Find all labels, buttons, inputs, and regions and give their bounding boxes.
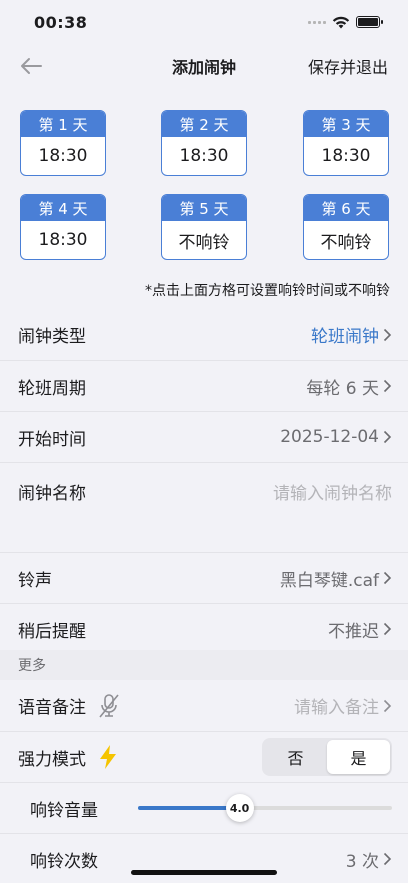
start-time-row[interactable]: 开始时间 2025-12-04 <box>0 411 408 462</box>
more-section: 更多 语音备注 请输入备注 强力模式 否 是 响铃音量 4.0 响铃次数 3 次 <box>0 650 408 883</box>
chevron-right-icon <box>383 328 392 341</box>
status-time: 00:38 <box>34 12 88 32</box>
alarm-type-row[interactable]: 闹钟类型 轮班闹钟 <box>0 309 408 360</box>
row-value-wrap: 不推迟 <box>328 617 392 642</box>
chevron-right-icon <box>383 379 392 393</box>
volume-slider[interactable]: 4.0 <box>138 794 392 822</box>
day-card-1[interactable]: 第 1 天 18:30 <box>20 110 106 176</box>
wifi-icon <box>332 16 350 28</box>
force-mode-option-yes[interactable]: 是 <box>327 740 390 774</box>
back-button[interactable] <box>16 52 46 80</box>
save-and-exit-button[interactable]: 保存并退出 <box>308 54 388 78</box>
day-card-4[interactable]: 第 4 天 18:30 <box>20 194 106 260</box>
snooze-value: 不推迟 <box>328 621 379 642</box>
chevron-right-icon <box>383 571 392 585</box>
mic-off-icon[interactable] <box>98 693 120 719</box>
ring-count-row[interactable]: 响铃次数 3 次 <box>0 833 408 883</box>
day-label: 第 2 天 <box>162 111 246 137</box>
chevron-right-icon <box>383 699 392 712</box>
force-mode-toggle: 否 是 <box>262 738 392 776</box>
alarm-name-input[interactable]: 请输入闹钟名称 <box>273 479 392 504</box>
row-label-wrap: 语音备注 <box>18 693 120 719</box>
row-label: 稍后提醒 <box>18 621 86 642</box>
status-bar: 00:38 <box>0 0 408 44</box>
force-mode-row: 强力模式 否 是 <box>0 731 408 782</box>
day-card-3[interactable]: 第 3 天 18:30 <box>303 110 389 176</box>
day-time: 18:30 <box>321 146 371 166</box>
shift-cycle-value: 每轮 6 天 <box>306 378 379 399</box>
section-header-more: 更多 <box>0 650 408 680</box>
chevron-right-icon <box>383 852 392 866</box>
day-label: 第 3 天 <box>304 111 388 137</box>
row-label: 铃声 <box>18 570 52 591</box>
signal-icon <box>308 20 326 24</box>
battery-icon <box>356 16 383 28</box>
row-value-wrap: 黑白琴键.caf <box>280 566 392 591</box>
row-label: 语音备注 <box>18 698 86 718</box>
day-time: 18:30 <box>179 146 229 166</box>
row-value-wrap: 轮班闹钟 <box>311 322 392 347</box>
row-label: 闹钟类型 <box>18 327 86 347</box>
snooze-row[interactable]: 稍后提醒 不推迟 <box>0 603 408 654</box>
row-label: 强力模式 <box>18 749 86 770</box>
force-mode-option-no[interactable]: 否 <box>264 740 327 774</box>
chevron-right-icon <box>383 430 392 444</box>
row-value-wrap: 2025-12-04 <box>280 427 392 447</box>
chevron-right-icon <box>383 622 392 636</box>
day-label: 第 5 天 <box>162 195 246 221</box>
row-value-wrap: 3 次 <box>346 847 392 872</box>
arrow-left-icon <box>21 58 42 74</box>
row-value-wrap: 每轮 6 天 <box>306 374 392 399</box>
day-card-5[interactable]: 第 5 天 不响铃 <box>161 194 247 260</box>
row-label: 响铃音量 <box>30 800 98 821</box>
ringtone-row[interactable]: 铃声 黑白琴键.caf <box>0 552 408 603</box>
alarm-name-row: 闹钟名称 请输入闹钟名称 <box>0 462 408 552</box>
row-label: 轮班周期 <box>18 378 86 399</box>
row-label: 闹钟名称 <box>18 484 86 504</box>
row-label-wrap: 强力模式 <box>18 744 118 770</box>
voice-note-input[interactable]: 请输入备注 <box>294 693 379 718</box>
start-time-value: 2025-12-04 <box>280 427 379 447</box>
day-time: 18:30 <box>38 146 88 166</box>
volume-row: 响铃音量 4.0 <box>0 782 408 833</box>
day-label: 第 4 天 <box>21 195 105 221</box>
status-icons <box>308 16 383 29</box>
lightning-icon <box>100 745 116 769</box>
row-label: 响铃次数 <box>30 851 98 872</box>
nav-bar: 添加闹钟 保存并退出 <box>0 44 408 88</box>
shift-day-grid: 第 1 天 18:30 第 2 天 18:30 第 3 天 18:30 第 4 … <box>0 100 408 270</box>
day-time: 不响铃 <box>178 232 230 253</box>
day-time: 不响铃 <box>320 232 372 253</box>
alarm-type-value: 轮班闹钟 <box>311 327 379 347</box>
day-card-6[interactable]: 第 6 天 不响铃 <box>303 194 389 260</box>
grid-hint-text: *点击上面方格可设置响铃时间或不响铃 <box>145 283 390 299</box>
row-label: 开始时间 <box>18 429 86 450</box>
page-title: 添加闹钟 <box>171 58 236 77</box>
ring-count-value: 3 次 <box>345 851 379 872</box>
shift-cycle-row[interactable]: 轮班周期 每轮 6 天 <box>0 360 408 411</box>
volume-slider-thumb[interactable]: 4.0 <box>225 794 254 822</box>
ringtone-value: 黑白琴键.caf <box>279 570 379 591</box>
day-card-2[interactable]: 第 2 天 18:30 <box>161 110 247 176</box>
day-time: 18:30 <box>38 230 88 250</box>
settings-list: 闹钟类型 轮班闹钟 轮班周期 每轮 6 天 开始时间 2025-12-04 闹钟… <box>0 309 408 654</box>
day-label: 第 6 天 <box>304 195 388 221</box>
day-label: 第 1 天 <box>21 111 105 137</box>
voice-note-row[interactable]: 语音备注 请输入备注 <box>0 680 408 731</box>
volume-slider-fill <box>138 806 240 810</box>
home-indicator <box>131 870 277 875</box>
row-value-wrap: 请输入备注 <box>294 693 392 718</box>
